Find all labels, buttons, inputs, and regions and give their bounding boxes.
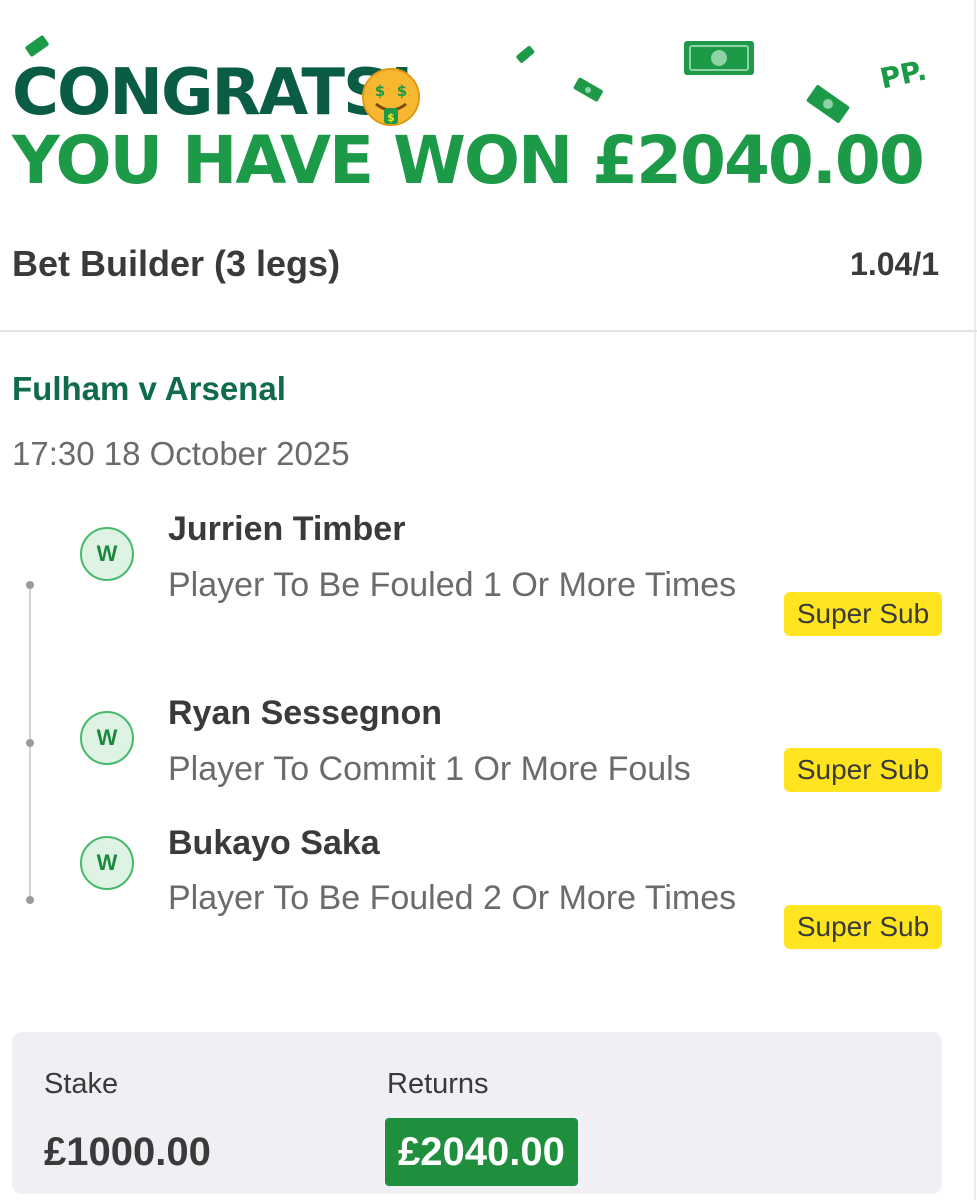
timeline-dot bbox=[26, 739, 34, 747]
win-badge-icon: W bbox=[80, 836, 134, 890]
leg-market: Player To Be Fouled 2 Or More Times bbox=[168, 879, 737, 917]
leg-player-name: Ryan Sessegnon bbox=[168, 694, 442, 732]
bet-odds: 1.04/1 bbox=[850, 246, 939, 282]
svg-text:$: $ bbox=[375, 82, 385, 100]
svg-text:$: $ bbox=[397, 82, 407, 100]
leg-player-name: Bukayo Saka bbox=[168, 824, 380, 862]
match-name[interactable]: Fulham v Arsenal bbox=[12, 370, 286, 408]
section-divider bbox=[0, 330, 977, 332]
money-note-icon bbox=[516, 45, 535, 63]
leg-market: Player To Be Fouled 1 Or More Times bbox=[168, 566, 737, 604]
card-border bbox=[974, 0, 976, 1200]
brand-logo: PP. bbox=[877, 53, 930, 96]
stake-label: Stake bbox=[44, 1068, 119, 1100]
money-note-icon bbox=[684, 41, 754, 75]
congrats-headline: CONGRATS! bbox=[12, 56, 416, 130]
match-datetime: 17:30 18 October 2025 bbox=[12, 435, 350, 472]
super-sub-badge: Super Sub bbox=[784, 905, 942, 949]
returns-label: Returns bbox=[387, 1068, 489, 1100]
super-sub-badge: Super Sub bbox=[784, 748, 942, 792]
bet-summary-panel: Stake £1000.00 Returns £2040.00 bbox=[12, 1032, 942, 1194]
bet-type-title: Bet Builder (3 legs) bbox=[12, 243, 341, 284]
money-mouth-face-icon: $ $ $ bbox=[362, 68, 420, 126]
stake-value: £1000.00 bbox=[44, 1130, 211, 1174]
leg-market: Player To Commit 1 Or More Fouls bbox=[168, 750, 691, 788]
win-amount-headline: YOU HAVE WON £2040.00 bbox=[12, 122, 925, 199]
timeline-dot bbox=[26, 896, 34, 904]
win-banner: CONGRATS! $ $ $ YOU HAVE WON £2040.00 PP… bbox=[0, 0, 977, 220]
timeline-dot bbox=[26, 581, 34, 589]
returns-value: £2040.00 bbox=[385, 1118, 578, 1186]
money-note-icon bbox=[573, 77, 603, 102]
win-badge-icon: W bbox=[80, 527, 134, 581]
super-sub-badge: Super Sub bbox=[784, 592, 942, 636]
win-badge-icon: W bbox=[80, 711, 134, 765]
leg-player-name: Jurrien Timber bbox=[168, 510, 406, 548]
